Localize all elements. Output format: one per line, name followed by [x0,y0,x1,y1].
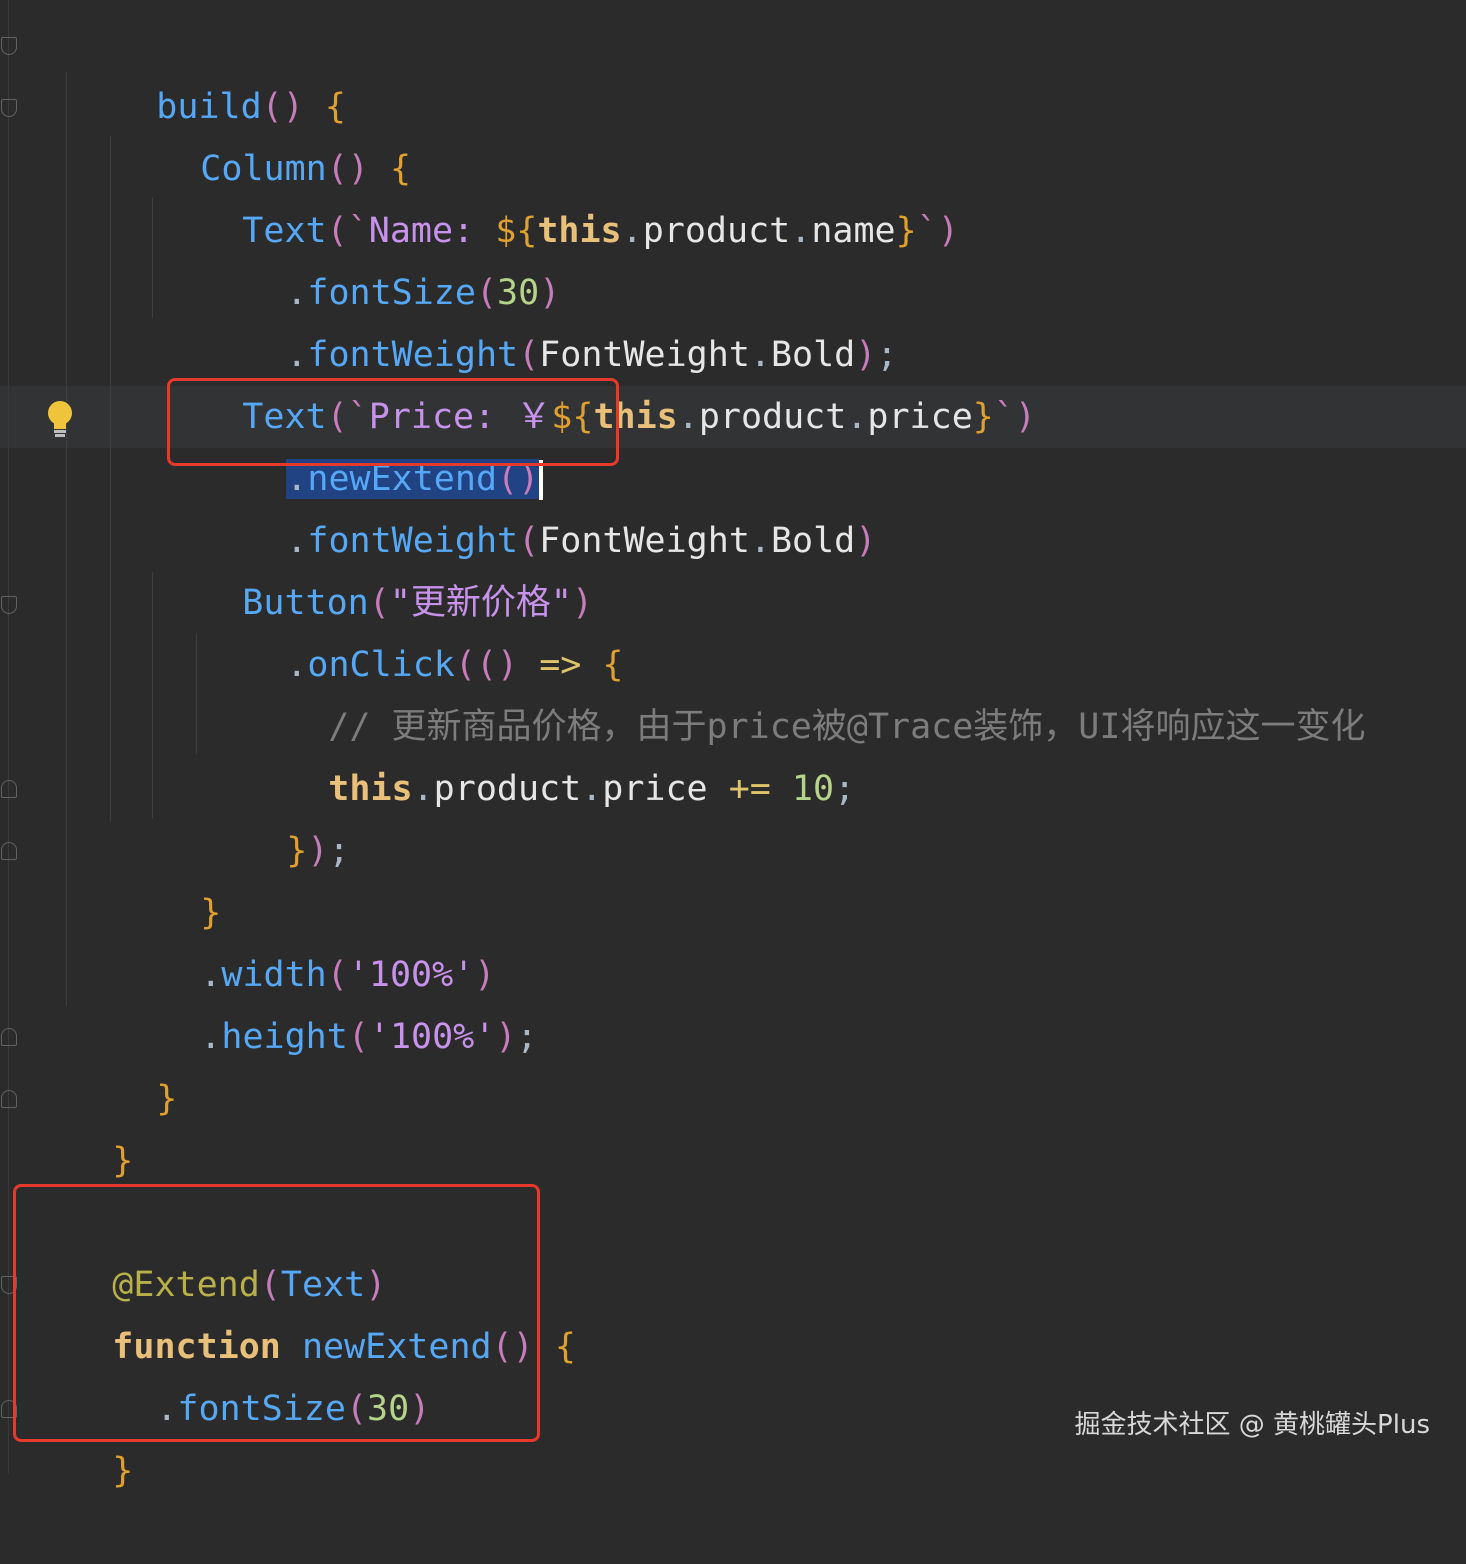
fold-icon[interactable] [1,37,17,55]
number-literal: 10 [791,769,835,809]
indent-guide [110,136,111,822]
code-line-fontweight[interactable]: .fontWeight(FontWeight.Bold); [202,262,897,375]
fold-icon[interactable] [1,842,17,860]
semicolon: ; [834,769,856,809]
code-line-column[interactable]: Column() { [116,76,411,189]
code-line-text-price[interactable]: Text(`Price: ￥${this.product.price}`) [158,324,1036,437]
property: product [642,211,791,251]
highlight-box-usage [167,378,619,466]
brace: } [112,1451,134,1491]
property: name [811,211,896,251]
gutter-rail [8,0,9,1474]
fold-icon[interactable] [1,596,17,614]
brace: } [286,831,308,871]
brace: { [554,1327,576,1367]
property: product [433,769,582,809]
property: product [698,397,847,437]
code-line-text-name[interactable]: Text(`Name: ${this.product.name}`) [158,138,959,251]
dot: . [677,397,699,437]
semicolon: ; [328,831,350,871]
code-editor[interactable]: build() { Column() { Text(`Name: ${this.… [0,0,1466,1491]
lightbulb-icon[interactable] [46,400,74,440]
dot: . [749,521,771,561]
fold-icon[interactable] [1,780,17,798]
code-line-height[interactable]: .height('100%'); [116,944,537,1057]
fold-icon[interactable] [1,1028,17,1046]
indent-guide [152,572,153,818]
paren: ( [347,1017,369,1057]
code-line-close-struct[interactable]: } [28,1068,133,1181]
paren: `) [916,211,959,251]
code-line-width[interactable]: .width('100%') [116,882,495,995]
highlight-box-definition [13,1184,540,1442]
property: price [867,397,973,437]
operator: += [707,769,792,809]
paren: ) [855,521,877,561]
string-literal: '100%' [368,1017,496,1057]
fold-icon[interactable] [1,99,17,117]
enum-value: Bold [770,521,856,561]
code-line-button[interactable]: Button("更新价格") [158,510,593,623]
semicolon: ; [516,1017,538,1057]
dot: . [846,397,868,437]
interpolation-close: } [895,211,917,251]
dot: . [790,211,812,251]
watermark: 掘金技术社区 @ 黄桃罐头Plus [1074,1410,1430,1440]
property: price [602,769,708,809]
brace: } [156,1079,178,1119]
paren: ) [307,831,329,871]
indent-guide [66,72,67,1006]
code-line-fontsize[interactable]: .fontSize(30) [202,200,560,313]
fold-icon[interactable] [1,1090,17,1108]
code-line-assign[interactable]: this.product.price += 10; [244,696,855,809]
code-line-close-onclick[interactable]: }); [202,758,349,871]
brace: } [112,1141,134,1181]
code-line-build[interactable]: build() { [72,14,346,127]
code-line-onclick[interactable]: .onClick(() => { [202,572,623,685]
interpolation-close: } [972,397,994,437]
code-line-comment[interactable]: // 更新商品价格，由于price被@Trace装饰，UI将响应这一变化 [244,634,1365,747]
code-line-close-build[interactable]: } [72,1006,177,1119]
dot: . [621,211,643,251]
method-name: height [221,1017,348,1057]
dot: . [200,1017,222,1057]
paren: `) [993,397,1036,437]
code-line-close-column[interactable]: } [116,820,221,933]
paren: ) [495,1017,517,1057]
dot: . [412,769,434,809]
dot: . [581,769,603,809]
